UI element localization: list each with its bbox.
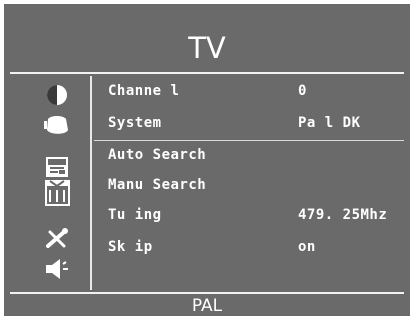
setup-tools-icon[interactable] bbox=[40, 226, 74, 252]
value-channel: 0 bbox=[298, 83, 307, 99]
menu-item-skip[interactable]: Sk ip bbox=[108, 236, 153, 258]
menu-item-auto-search[interactable]: Auto Search bbox=[108, 144, 206, 166]
menu-item-tuning[interactable]: Tu ing bbox=[108, 204, 162, 226]
value-tuning: 479. 25Mhz bbox=[298, 207, 388, 223]
sidebar-divider bbox=[90, 76, 92, 290]
sound-icon[interactable] bbox=[40, 112, 74, 138]
menu-item-channel[interactable]: Channe l bbox=[108, 80, 179, 102]
status-footer: PAL bbox=[191, 296, 223, 316]
value-system: Pa l DK bbox=[298, 115, 361, 131]
highlight-divider bbox=[94, 140, 404, 141]
value-skip: on bbox=[298, 239, 316, 255]
contrast-icon[interactable] bbox=[40, 82, 74, 108]
menu-item-manu-search[interactable]: Manu Search bbox=[108, 174, 206, 196]
sidebar-icons bbox=[22, 76, 92, 296]
menu-item-system[interactable]: System bbox=[108, 112, 162, 134]
image-icon[interactable] bbox=[40, 154, 74, 180]
osd-screen: TV Channe l 0 System Pa l DK Auto Search… bbox=[4, 4, 410, 316]
top-divider bbox=[10, 72, 404, 74]
speaker-icon[interactable] bbox=[40, 256, 74, 282]
bottom-divider bbox=[10, 292, 404, 294]
tv-icon[interactable] bbox=[40, 178, 74, 208]
menu-title: TV bbox=[188, 31, 226, 65]
